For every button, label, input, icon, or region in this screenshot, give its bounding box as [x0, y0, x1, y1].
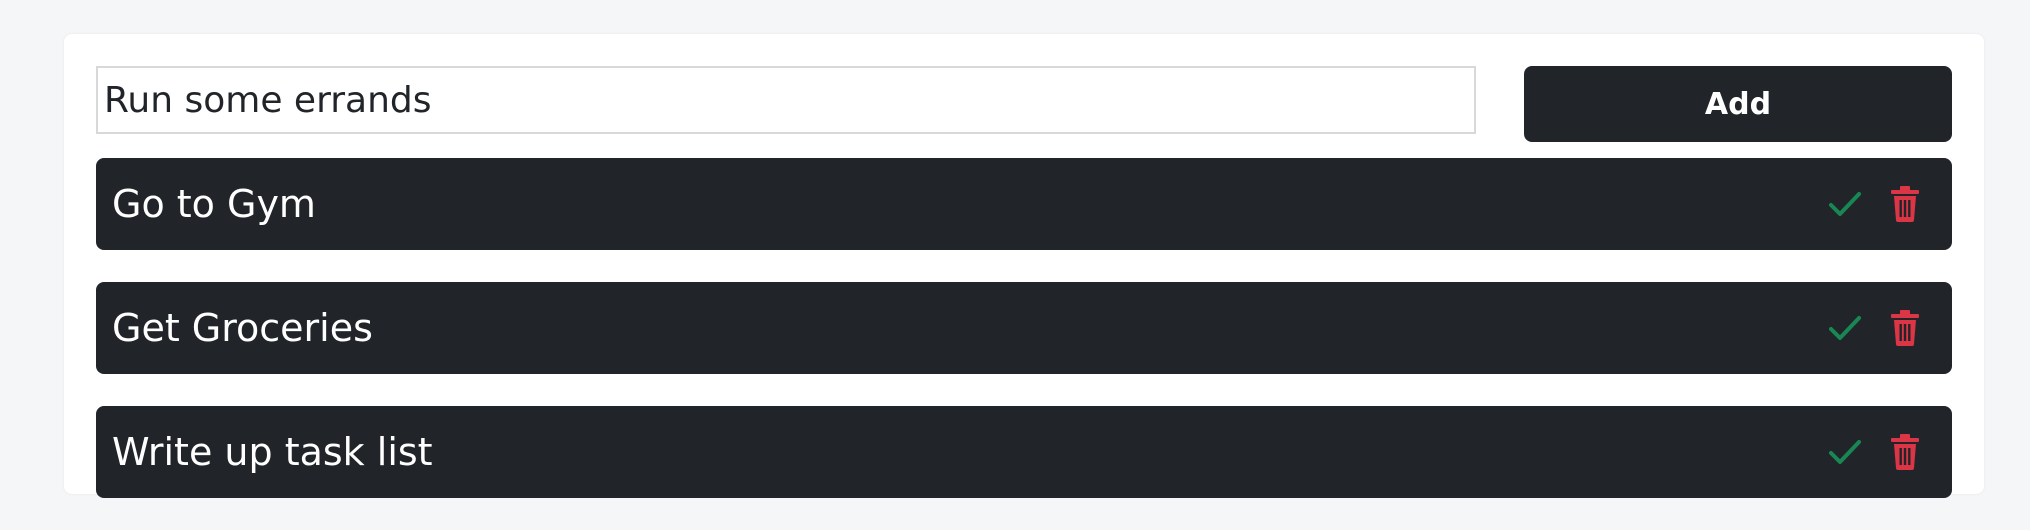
task-label: Go to Gym — [112, 182, 316, 226]
task-actions — [1828, 282, 1922, 374]
task-actions — [1828, 158, 1922, 250]
check-icon[interactable] — [1828, 432, 1862, 472]
todo-card: Add Go to Gym — [64, 34, 1984, 498]
check-icon[interactable] — [1828, 308, 1862, 348]
task-item: Get Groceries — [96, 282, 1952, 374]
add-button[interactable]: Add — [1524, 66, 1952, 142]
add-task-form: Add — [96, 66, 1952, 142]
trash-icon[interactable] — [1888, 308, 1922, 348]
task-list: Go to Gym Get Groceries Write up task li… — [96, 158, 1952, 530]
task-input[interactable] — [96, 66, 1476, 134]
trash-icon[interactable] — [1888, 184, 1922, 224]
trash-icon[interactable] — [1888, 432, 1922, 472]
check-icon[interactable] — [1828, 184, 1862, 224]
task-label: Write up task list — [112, 430, 433, 474]
task-item: Go to Gym — [96, 158, 1952, 250]
task-actions — [1828, 406, 1922, 498]
task-label: Get Groceries — [112, 306, 373, 350]
task-item: Write up task list — [96, 406, 1952, 498]
